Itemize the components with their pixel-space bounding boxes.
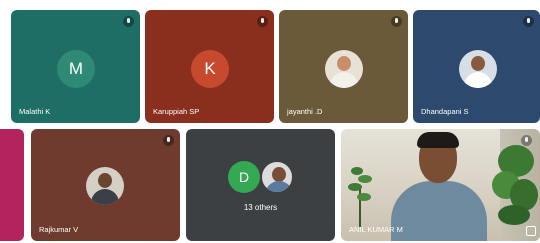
participant-tile-rajkumar[interactable]: Rajkumar V xyxy=(31,129,180,241)
avatar: M xyxy=(57,50,95,88)
participant-tile-anil-video[interactable]: ANIL KUMAR M xyxy=(341,129,540,241)
avatar xyxy=(325,50,363,88)
avatar: K xyxy=(191,50,229,88)
participant-name: jayanthi .D xyxy=(287,107,323,116)
mic-off-icon xyxy=(163,135,174,146)
participant-tile-karuppiah[interactable]: K Karuppiah SP xyxy=(145,10,274,123)
meeting-grid: M Malathi K K Karuppiah SP jayanthi .D D… xyxy=(0,0,540,243)
mic-off-icon xyxy=(123,16,134,27)
participant-tile-dhandapani[interactable]: Dhandapani S xyxy=(413,10,540,123)
participant-tile-partial[interactable] xyxy=(0,129,24,241)
plant-icon xyxy=(492,145,538,225)
participant-name: Malathi K xyxy=(19,107,51,116)
mic-off-icon xyxy=(391,16,402,27)
pin-icon[interactable] xyxy=(526,226,536,236)
participant-tile-malathi[interactable]: M Malathi K xyxy=(11,10,140,123)
avatar-others-photo xyxy=(260,160,294,194)
others-tile[interactable]: D 13 others xyxy=(186,129,335,241)
participant-name: Dhandapani S xyxy=(421,107,469,116)
participant-name: ANIL KUMAR M xyxy=(349,225,403,234)
plant-icon xyxy=(348,167,372,227)
mic-off-icon xyxy=(521,135,532,146)
mic-off-icon xyxy=(257,16,268,27)
mic-off-icon xyxy=(523,16,534,27)
participant-name: Rajkumar V xyxy=(39,225,79,234)
avatar xyxy=(459,50,497,88)
participant-name: Karuppiah SP xyxy=(153,107,200,116)
avatar xyxy=(86,167,124,205)
participant-tile-jayanthi[interactable]: jayanthi .D xyxy=(279,10,408,123)
others-count-label: 13 others xyxy=(243,203,278,212)
avatar-others-d: D xyxy=(228,161,260,193)
